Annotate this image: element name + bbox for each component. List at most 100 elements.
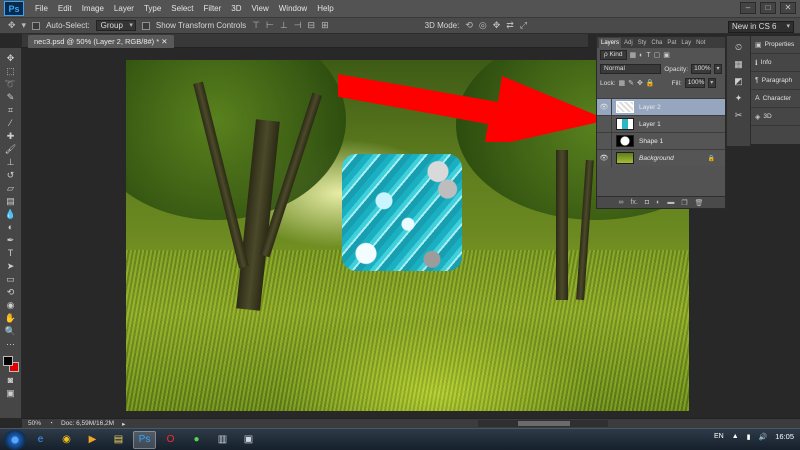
layer-row[interactable]: 👁 Layer 1	[597, 115, 725, 133]
info-panel-button[interactable]: ℹ Info	[751, 54, 800, 72]
align-bottom-icon[interactable]: ⊥	[280, 20, 288, 31]
menu-layer[interactable]: Layer	[109, 4, 139, 13]
river-photo-layer[interactable]	[342, 154, 462, 271]
lock-image-icon[interactable]: ✎	[628, 79, 634, 87]
menu-view[interactable]: View	[247, 4, 274, 13]
auto-select-dropdown[interactable]: Group	[95, 20, 136, 31]
volume-icon[interactable]: 🔊	[759, 433, 768, 441]
tab-layers[interactable]: Layers	[599, 38, 622, 48]
link-icon[interactable]: ∞	[618, 199, 623, 206]
lock-transparent-icon[interactable]: ▦	[619, 79, 626, 87]
swatches-icon[interactable]: ▦	[734, 59, 743, 70]
clock[interactable]: 16:05	[775, 432, 794, 441]
window-icon[interactable]: ▣	[237, 431, 260, 449]
lock-all-icon[interactable]: 🔒	[646, 79, 655, 87]
fx-icon[interactable]: fx.	[630, 199, 637, 206]
pen-tool-icon[interactable]: ✒	[3, 234, 19, 246]
tool-preset-dropdown-icon[interactable]: ▾	[22, 20, 27, 31]
media-player-icon[interactable]: ▶	[81, 431, 104, 449]
opacity-input[interactable]: 100%	[691, 64, 712, 74]
quick-select-tool-icon[interactable]: ✎	[3, 91, 19, 103]
crop-tool-icon[interactable]: ⌗	[3, 104, 19, 116]
scrollbar-thumb[interactable]	[518, 421, 570, 426]
photoshop-taskbar-icon[interactable]: Ps	[133, 430, 156, 449]
3d-roll-icon[interactable]: ◎	[479, 20, 487, 31]
layer-name[interactable]: Layer 1	[639, 121, 725, 128]
align-center-icon[interactable]: ⊟	[308, 20, 316, 31]
path-select-tool-icon[interactable]: ➤	[3, 260, 19, 272]
align-left-icon[interactable]: ⊣	[294, 20, 302, 31]
chrome-icon[interactable]: ◉	[55, 431, 78, 449]
show-transform-checkbox[interactable]	[141, 21, 150, 30]
3d-slide-icon[interactable]: ⇄	[506, 20, 514, 31]
language-indicator[interactable]: EN	[714, 433, 724, 440]
move-tool-icon[interactable]: ✥	[8, 20, 16, 31]
tab-adjustments[interactable]: Adj	[622, 38, 635, 48]
dodge-tool-icon[interactable]: ◐	[3, 221, 19, 233]
layer-name[interactable]: Layer 2	[639, 104, 725, 111]
documents-icon[interactable]: ▥	[211, 431, 234, 449]
layer-name[interactable]: Shape 1	[639, 138, 725, 145]
visibility-toggle[interactable]: 👁	[597, 137, 611, 145]
kind-filter-dropdown[interactable]: ρ Kind	[600, 50, 627, 60]
layer-row[interactable]: 👁 Background 🔒	[597, 149, 725, 167]
lasso-tool-icon[interactable]: ➰	[3, 78, 19, 90]
type-filter-icon[interactable]: T	[646, 52, 650, 59]
blur-tool-icon[interactable]: 💧	[3, 208, 19, 220]
zoom-level[interactable]: 50%	[28, 420, 41, 427]
clone-stamp-tool-icon[interactable]: ⊥	[3, 156, 19, 168]
eyedropper-tool-icon[interactable]: ⁄	[3, 117, 19, 129]
trash-icon[interactable]: 🗑	[695, 199, 704, 207]
menu-filter[interactable]: Filter	[199, 4, 227, 13]
visibility-toggle[interactable]: 👁	[597, 120, 611, 128]
foreground-color-swatch[interactable]	[2, 356, 13, 366]
tray-arrow-icon[interactable]: ▲	[732, 433, 739, 440]
shape-tool-icon[interactable]: ▭	[3, 273, 19, 285]
utorrent-icon[interactable]: ●	[185, 431, 208, 449]
type-tool-icon[interactable]: T	[3, 247, 19, 259]
document-tab[interactable]: nec3.psd @ 50% (Layer 2, RGB/8#) * ✕	[28, 35, 174, 48]
status-menu-icon[interactable]: ▸	[122, 420, 125, 428]
menu-3d[interactable]: 3D	[226, 4, 246, 13]
start-button[interactable]	[4, 429, 26, 450]
fill-dropdown-icon[interactable]: ▾	[707, 78, 716, 88]
eye-icon[interactable]: 👁	[597, 154, 611, 162]
menu-window[interactable]: Window	[274, 4, 312, 13]
brush-tool-icon[interactable]: 🖌	[3, 143, 19, 155]
menu-edit[interactable]: Edit	[53, 4, 77, 13]
menu-select[interactable]: Select	[166, 4, 198, 13]
horizontal-scrollbar[interactable]	[478, 420, 608, 427]
align-right-icon[interactable]: ⊞	[321, 20, 329, 31]
more-tools-icon[interactable]: ⋯	[3, 338, 19, 350]
maximize-button[interactable]: □	[760, 2, 776, 14]
status-info-icon[interactable]: ◔	[49, 420, 53, 427]
align-top-icon[interactable]: ⊤	[252, 20, 260, 31]
menu-image[interactable]: Image	[77, 4, 109, 13]
gradient-tool-icon[interactable]: ▤	[3, 195, 19, 207]
zoom-tool-icon[interactable]: 🔍	[3, 325, 19, 337]
menu-type[interactable]: Type	[139, 4, 166, 13]
history-icon[interactable]: ⏲	[735, 42, 742, 53]
move-tool-icon[interactable]: ✥	[3, 52, 19, 64]
color-swatches[interactable]	[2, 355, 20, 373]
auto-select-checkbox[interactable]	[32, 21, 41, 30]
3d-rotate-icon[interactable]: ⟲	[465, 20, 473, 31]
tab-channels[interactable]: Cha	[649, 38, 664, 48]
character-panel-button[interactable]: A Character	[751, 90, 800, 108]
3d-tool-icon[interactable]: ⟲	[3, 286, 19, 298]
3d-pan-icon[interactable]: ✥	[493, 20, 501, 31]
mask-icon[interactable]: ◘	[645, 199, 649, 206]
brush-presets-icon[interactable]: ✦	[735, 93, 743, 104]
tool-presets-icon[interactable]: ✂	[735, 110, 743, 121]
menu-file[interactable]: File	[30, 4, 53, 13]
eye-icon[interactable]: 👁	[597, 103, 611, 111]
layer-row[interactable]: 👁 Layer 2	[597, 98, 725, 116]
3d-panel-button[interactable]: ◈ 3D	[751, 108, 800, 126]
tab-layer-comps[interactable]: Lay	[679, 38, 693, 48]
3d-camera-tool-icon[interactable]: ◉	[3, 299, 19, 311]
eraser-tool-icon[interactable]: ▱	[3, 182, 19, 194]
3d-scale-icon[interactable]: ⤢	[520, 20, 527, 31]
network-icon[interactable]: ▮	[747, 433, 751, 441]
screen-mode-icon[interactable]: ▣	[3, 387, 19, 399]
explorer-icon[interactable]: ▤	[107, 431, 130, 449]
